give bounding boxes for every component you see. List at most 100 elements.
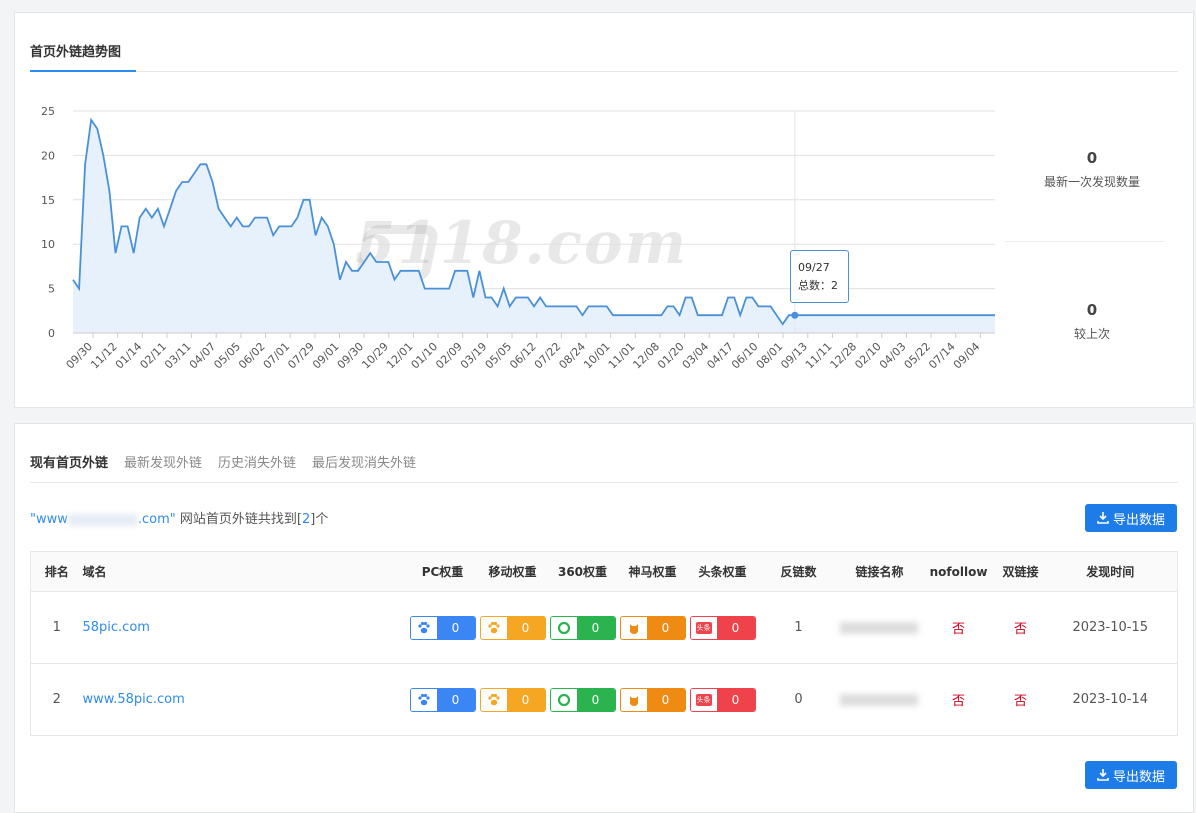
- stat-compare-label: 较上次: [1073, 327, 1110, 341]
- col-360-weight: 360权重: [547, 551, 618, 592]
- trend-chart[interactable]: 051015202509/3011/1201/1402/1103/1104/07…: [15, 93, 1015, 403]
- table-row: 2 www.58pic.com 0 0 0 0 头条 0 0 否 否 2023-10-14: [30, 663, 1178, 736]
- x-tick-label: 01/20: [655, 340, 687, 372]
- y-tick-label: 15: [41, 194, 55, 207]
- export-label: 导出数据: [1112, 512, 1165, 528]
- badge-r360-value: 0: [576, 616, 615, 639]
- badge-shenma-value: 0: [646, 616, 685, 639]
- x-tick-label: 08/24: [556, 340, 588, 372]
- backlink-list-card: 现有首页外链 最新发现外链 历史消失外链 最后发现消失外链 "www .com" …: [14, 423, 1194, 813]
- badge-shenma-value: 0: [646, 688, 685, 711]
- x-tick-label: 03/04: [680, 340, 712, 372]
- export-button-top[interactable]: 导出数据: [1085, 504, 1177, 532]
- badge-mobile-value: 0: [506, 616, 545, 639]
- badge-toutiao: 头条 0: [689, 615, 756, 640]
- cell-domain-link[interactable]: www.58pic.com: [83, 692, 185, 707]
- cat-icon: [620, 688, 647, 711]
- toutiao-icon: 头条: [690, 616, 717, 639]
- trend-title-underline: [30, 70, 136, 72]
- y-tick-label: 0: [48, 327, 55, 340]
- x-tick-label: 06/02: [236, 340, 268, 372]
- summary-text: 网站首页外链共找到[: [175, 512, 302, 527]
- col-shenma-weight: 神马权重: [617, 551, 688, 592]
- toutiao-icon: 头条: [690, 688, 717, 711]
- cell-nofollow: 否: [919, 591, 998, 664]
- export-button-bottom[interactable]: 导出数据: [1085, 761, 1177, 789]
- site-domain-prefix: "www: [30, 512, 68, 527]
- x-tick-label: 01/10: [409, 340, 441, 372]
- table-row: 1 58pic.com 0 0 0 0 头条 0 1 否 否 2023-10-15: [30, 591, 1178, 664]
- col-found-date: 发现时间: [1043, 551, 1178, 592]
- cell-rank: 1: [30, 591, 83, 664]
- stat-compare: 0 较上次: [1007, 301, 1177, 342]
- x-tick-label: 07/29: [285, 340, 317, 372]
- badge-r360: 0: [549, 615, 616, 640]
- x-tick-label: 03/11: [162, 340, 194, 372]
- col-rank: 排名: [30, 551, 83, 592]
- y-tick-label: 10: [41, 238, 55, 251]
- badge-mobile: 0: [479, 687, 546, 712]
- y-tick-label: 5: [48, 283, 55, 296]
- x-tick-label: 07/14: [926, 340, 958, 372]
- col-nofollow: nofollow: [919, 551, 998, 592]
- blurred-domain: [67, 513, 138, 526]
- site-domain-suffix: .com": [137, 512, 176, 527]
- stat-compare-value: 0: [1086, 301, 1098, 319]
- x-tick-label: 03/19: [458, 340, 490, 372]
- x-tick-label: 02/09: [433, 340, 465, 372]
- tab-last-lost-backlinks[interactable]: 最后发现消失外链: [312, 452, 416, 471]
- x-tick-label: 11/01: [606, 340, 638, 372]
- ring-icon: [550, 688, 577, 711]
- badge-pc: 0: [409, 615, 476, 640]
- x-tick-label: 11/11: [803, 340, 835, 372]
- chart-tooltip: 09/27 总数：2: [790, 250, 849, 303]
- tab-lost-backlinks[interactable]: 历史消失外链: [218, 452, 296, 471]
- x-tick-label: 12/08: [630, 340, 662, 372]
- x-tick-label: 08/01: [754, 340, 786, 372]
- cell-rank: 2: [30, 663, 83, 736]
- y-tick-label: 25: [41, 105, 55, 118]
- x-tick-label: 06/12: [507, 340, 539, 372]
- badge-pc-value: 0: [436, 616, 475, 639]
- badge-toutiao: 头条 0: [689, 687, 756, 712]
- col-link-name: 链接名称: [839, 551, 920, 592]
- x-tick-label: 07/22: [532, 340, 564, 372]
- cell-double-link: 否: [997, 591, 1044, 664]
- paw-icon: [480, 688, 507, 711]
- x-tick-label: 04/07: [187, 340, 219, 372]
- trend-title: 首页外链趋势图: [30, 45, 122, 60]
- tab-new-backlinks[interactable]: 最新发现外链: [124, 452, 202, 471]
- tab-current-backlinks[interactable]: 现有首页外链: [30, 452, 108, 471]
- cell-found-date: 2023-10-14: [1043, 663, 1178, 736]
- x-tick-label: 05/05: [211, 340, 243, 372]
- tabs-divider: [30, 482, 1178, 483]
- x-tick-label: 01/14: [113, 340, 145, 372]
- badge-r360: 0: [549, 687, 616, 712]
- x-tick-label: 11/12: [88, 340, 120, 372]
- col-mobile-weight: 移动权重: [477, 551, 548, 592]
- backlink-table: 排名 域名 PC权重 移动权重 360权重 神马权重 头条权重 反链数 链接名称…: [30, 551, 1178, 736]
- hover-point: [791, 311, 799, 319]
- paw-icon: [410, 616, 437, 639]
- paw-icon: [410, 688, 437, 711]
- stat-latest-value: 0: [1086, 149, 1098, 167]
- x-tick-label: 12/28: [828, 340, 860, 372]
- badge-shenma: 0: [619, 615, 686, 640]
- x-tick-label: 10/29: [359, 340, 391, 372]
- badge-toutiao-value: 0: [716, 688, 755, 711]
- badge-shenma: 0: [619, 687, 686, 712]
- col-domain: 域名: [82, 551, 408, 592]
- x-tick-label: 04/03: [877, 340, 909, 372]
- stat-divider: [1005, 241, 1165, 242]
- export-label: 导出数据: [1112, 769, 1165, 785]
- x-tick-label: 04/17: [704, 340, 736, 372]
- cell-backlinks: 0: [757, 663, 840, 736]
- x-tick-label: 12/01: [384, 340, 416, 372]
- x-tick-label: 06/10: [729, 340, 761, 372]
- cell-nofollow: 否: [919, 663, 998, 736]
- cell-domain-link[interactable]: 58pic.com: [83, 620, 150, 635]
- x-tick-label: 02/10: [852, 340, 884, 372]
- badge-mobile: 0: [479, 615, 546, 640]
- trend-card: 首页外链趋势图 5118.com 0 5 10 15 20 25 09/30 11/12 01/…: [14, 12, 1194, 408]
- stat-latest: 0 最新一次发现数量: [1007, 149, 1177, 190]
